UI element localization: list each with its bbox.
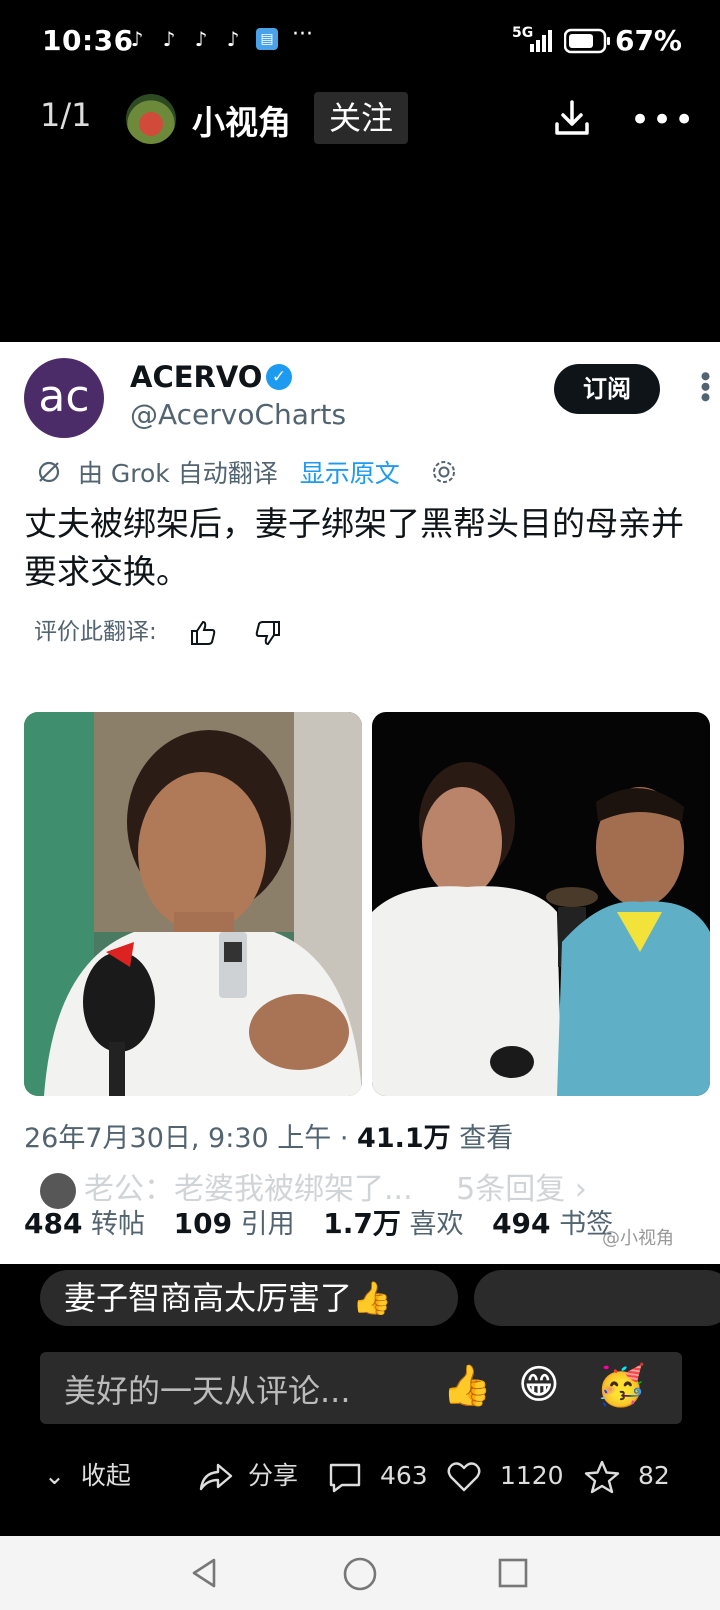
more-notifications-icon: ··· (292, 22, 313, 47)
woman-interview-image (24, 712, 362, 1096)
quotes-count: 109 (173, 1207, 233, 1240)
bottom-actions: ⌄ 收起 分享 463 1120 82 (0, 1446, 720, 1510)
post-meta: 26年7月30日, 9:30 上午 · 41.1万 查看 (24, 1116, 513, 1155)
heart-icon (447, 1462, 481, 1492)
system-nav-bar (0, 1536, 720, 1610)
battery-icon (564, 28, 610, 54)
star-icon (584, 1460, 620, 1494)
post-text: 丈夫被绑架后，妻子绑架了黑帮头目的母亲并要求交换。 (24, 504, 684, 591)
thumbs-down-icon[interactable] (253, 618, 283, 648)
back-icon[interactable] (188, 1556, 222, 1590)
post-card: ac ACERVO ✓ @AcervoCharts 订阅 ••• 由 Grok … (0, 342, 720, 1264)
more-options-icon[interactable]: ••• (630, 100, 696, 140)
post-date: 26年7月30日, 9:30 上午 · (24, 1123, 358, 1154)
translation-row: 由 Grok 自动翻译 显示原文 (36, 454, 458, 490)
favorite-button[interactable]: 82 (584, 1456, 670, 1496)
tiktok-icon: ♪ (162, 27, 176, 51)
watermark: @小视角 (602, 1228, 674, 1249)
bookmarks-count: 494 (492, 1207, 551, 1240)
show-original-link[interactable]: 显示原文 (300, 454, 400, 490)
tiktok-icon: ♪ (226, 27, 240, 51)
account-handle[interactable]: @AcervoCharts (130, 398, 346, 431)
likes-label[interactable]: 喜欢 (409, 1209, 463, 1240)
settings-icon[interactable] (430, 458, 458, 486)
post-more-icon[interactable]: ••• (688, 368, 720, 400)
chevron-down-icon: ⌄ (44, 1461, 65, 1490)
comment-chip[interactable] (474, 1270, 720, 1326)
comment-button[interactable]: 463 (328, 1456, 428, 1496)
rate-translation-row: 评价此翻译: (34, 612, 283, 648)
comment-count: 463 (379, 1461, 428, 1490)
share-label: 分享 (247, 1461, 298, 1490)
like-count: 1120 (499, 1461, 564, 1490)
grok-icon (38, 461, 60, 483)
author-avatar[interactable] (126, 94, 176, 144)
battery-level: 67% (614, 24, 682, 57)
author-name[interactable]: 小视角 (192, 96, 291, 144)
verified-badge-icon: ✓ (266, 364, 292, 390)
follow-button[interactable]: 关注 (314, 92, 408, 144)
comment-placeholder: 美好的一天从评论... (64, 1372, 351, 1410)
status-bar: 10:36 ♪ ♪ ♪ ♪ ▤ ··· 5G 67% (0, 0, 720, 84)
status-time: 10:36 (42, 24, 134, 57)
tiktok-icon: ♪ (130, 27, 144, 51)
home-icon[interactable] (342, 1556, 378, 1592)
recents-icon[interactable] (496, 1556, 530, 1590)
book-icon: ▤ (256, 28, 278, 50)
party-emoji-icon[interactable]: 🥳 (596, 1362, 646, 1409)
post-stats: 484 转帖 109 引用 1.7万 喜欢 494 书签 (24, 1202, 613, 1242)
signal-icon (530, 30, 552, 52)
likes-count: 1.7万 (323, 1207, 401, 1240)
comment-input[interactable]: 美好的一天从评论... 👍 😁 🥳 (40, 1352, 682, 1424)
tiktok-icon: ♪ (194, 27, 208, 51)
translation-note: 由 Grok 自动翻译 (77, 459, 278, 488)
favorite-count: 82 (637, 1461, 670, 1490)
thumbs-up-emoji-icon[interactable]: 👍 (442, 1362, 492, 1409)
grin-emoji-icon[interactable]: 😁 (518, 1362, 560, 1408)
account-name[interactable]: ACERVO (130, 360, 262, 394)
share-button[interactable]: 分享 (198, 1456, 298, 1496)
account-logo[interactable]: ac (24, 358, 104, 438)
download-icon[interactable] (552, 98, 592, 138)
reposts-count: 484 (24, 1207, 83, 1240)
reposts-label[interactable]: 转帖 (91, 1209, 145, 1240)
thumbs-up-icon[interactable] (188, 618, 218, 648)
post-image-1[interactable] (24, 712, 362, 1096)
collapse-button[interactable]: ⌄ 收起 (44, 1456, 131, 1496)
quotes-label[interactable]: 引用 (241, 1209, 295, 1240)
comment-chip[interactable]: 妻子智商高太厉害了👍 (40, 1270, 458, 1326)
subscribe-button[interactable]: 订阅 (554, 364, 660, 414)
post-image-2[interactable] (372, 712, 710, 1096)
share-icon (199, 1463, 233, 1491)
post-views-label: 查看 (450, 1123, 514, 1154)
like-button[interactable]: 1120 (446, 1456, 564, 1496)
comment-icon (329, 1463, 361, 1493)
post-views-count: 41.1万 (357, 1123, 451, 1154)
page-counter: 1/1 (40, 96, 92, 134)
couple-image (372, 712, 710, 1096)
collapse-label: 收起 (80, 1461, 131, 1490)
rate-label: 评价此翻译: (34, 619, 157, 645)
